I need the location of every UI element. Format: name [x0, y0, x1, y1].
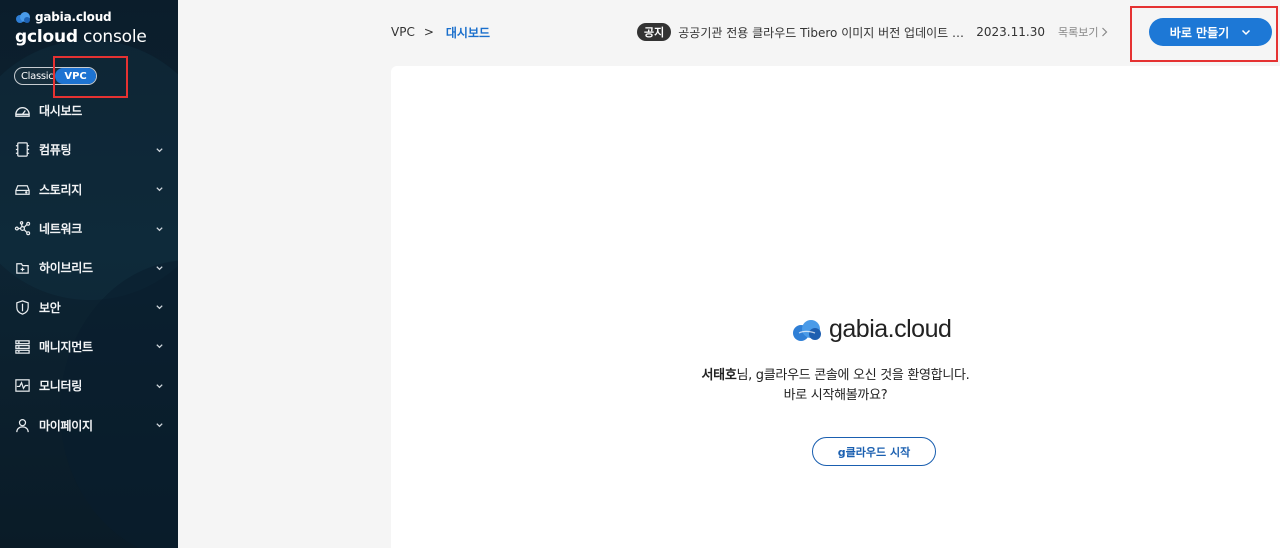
- brand[interactable]: gabia.cloud gcloud console: [15, 10, 147, 47]
- chevron-down-icon: [156, 383, 163, 388]
- sidebar: gabia.cloud gcloud console Classic VPC 대…: [0, 0, 178, 548]
- welcome-message: 서태호님, g클라우드 콘솔에 오신 것을 환영합니다. 바로 시작해볼까요?: [391, 366, 1280, 406]
- main-card: gabia.cloud 서태호님, g클라우드 콘솔에 오신 것을 환영합니다.…: [391, 66, 1280, 548]
- brand-small-text: gabia.cloud: [35, 10, 112, 24]
- cloud-logo-icon: [793, 319, 821, 341]
- welcome-line-1: 서태호님, g클라우드 콘솔에 오신 것을 환영합니다.: [391, 366, 1280, 386]
- monitor-icon: [13, 377, 31, 395]
- sidebar-item-mypage[interactable]: 마이페이지: [0, 405, 178, 444]
- chevron-down-icon: [156, 305, 163, 310]
- hybrid-icon: [13, 259, 31, 277]
- user-icon: [13, 416, 31, 434]
- notice-date: 2023.11.30: [976, 25, 1045, 39]
- sidebar-item-network[interactable]: 네트워크: [0, 209, 178, 248]
- highlight-box-vpc: [53, 56, 128, 98]
- sidebar-item-label: 마이페이지: [39, 418, 93, 433]
- brand-title: gcloud console: [15, 27, 147, 47]
- user-name: 서태호: [701, 368, 737, 383]
- brand-title-light: console: [83, 27, 147, 47]
- brand-small: gabia.cloud: [15, 10, 147, 24]
- sidebar-item-label: 스토리지: [39, 182, 82, 197]
- sidebar-item-monitoring[interactable]: 모니터링: [0, 366, 178, 405]
- notice-text[interactable]: 공공기관 전용 클라우드 Tibero 이미지 버전 업데이트 …: [678, 24, 968, 41]
- breadcrumb-separator: >: [423, 25, 434, 39]
- sidebar-item-management[interactable]: 매니지먼트: [0, 327, 178, 366]
- welcome-line-1-text: 님, g클라우드 콘솔에 오신 것을 환영합니다.: [736, 368, 970, 383]
- brand-title-bold: gcloud: [15, 27, 78, 47]
- sidebar-item-hybrid[interactable]: 하이브리드: [0, 248, 178, 287]
- gabia-cloud-logo: gabia.cloud: [791, 315, 952, 344]
- notice-badge: 공지: [637, 23, 672, 41]
- dashboard-icon: [13, 102, 31, 120]
- network-icon: [13, 220, 31, 238]
- logo-text: gabia.cloud: [829, 315, 952, 343]
- chip-icon: [13, 141, 31, 159]
- management-icon: [13, 337, 31, 355]
- sidebar-item-computing[interactable]: 컴퓨팅: [0, 130, 178, 169]
- sidebar-item-label: 대시보드: [39, 104, 82, 119]
- sidebar-item-label: 네트워크: [39, 222, 82, 237]
- breadcrumb-root[interactable]: VPC: [391, 25, 415, 39]
- chevron-down-icon: [156, 148, 163, 153]
- breadcrumb-current: 대시보드: [445, 25, 491, 40]
- cloud-logo-icon: [15, 11, 31, 23]
- shield-icon: [13, 298, 31, 316]
- chevron-down-icon: [156, 423, 163, 428]
- mode-classic-option[interactable]: Classic: [15, 71, 54, 82]
- sidebar-nav: 대시보드 컴퓨팅 스토리지 네트워크 하이브리드 보안 매니지먼트 모니터링 마…: [0, 91, 178, 445]
- chevron-down-icon: [156, 187, 163, 192]
- highlight-box-create: [1130, 6, 1278, 62]
- notice-list-link[interactable]: 목록보기: [1058, 24, 1108, 40]
- sidebar-item-label: 보안: [39, 300, 61, 315]
- storage-icon: [13, 180, 31, 198]
- sidebar-item-storage[interactable]: 스토리지: [0, 170, 178, 209]
- chevron-down-icon: [156, 266, 163, 271]
- chevron-down-icon: [156, 226, 163, 231]
- welcome-line-2: 바로 시작해볼까요?: [783, 388, 888, 403]
- chevron-right-icon: [1102, 27, 1108, 37]
- chevron-down-icon: [156, 344, 163, 349]
- sidebar-item-label: 모니터링: [39, 379, 82, 394]
- sidebar-item-label: 컴퓨팅: [39, 143, 72, 158]
- notice-bar: 공지 공공기관 전용 클라우드 Tibero 이미지 버전 업데이트 … 202…: [637, 22, 1108, 42]
- sidebar-item-label: 매니지먼트: [39, 339, 93, 354]
- start-gcloud-button[interactable]: g클라우드 시작: [812, 437, 936, 466]
- sidebar-item-label: 하이브리드: [39, 261, 93, 276]
- breadcrumb: VPC > 대시보드: [391, 24, 490, 40]
- notice-list-label: 목록보기: [1057, 26, 1099, 39]
- sidebar-item-security[interactable]: 보안: [0, 287, 178, 326]
